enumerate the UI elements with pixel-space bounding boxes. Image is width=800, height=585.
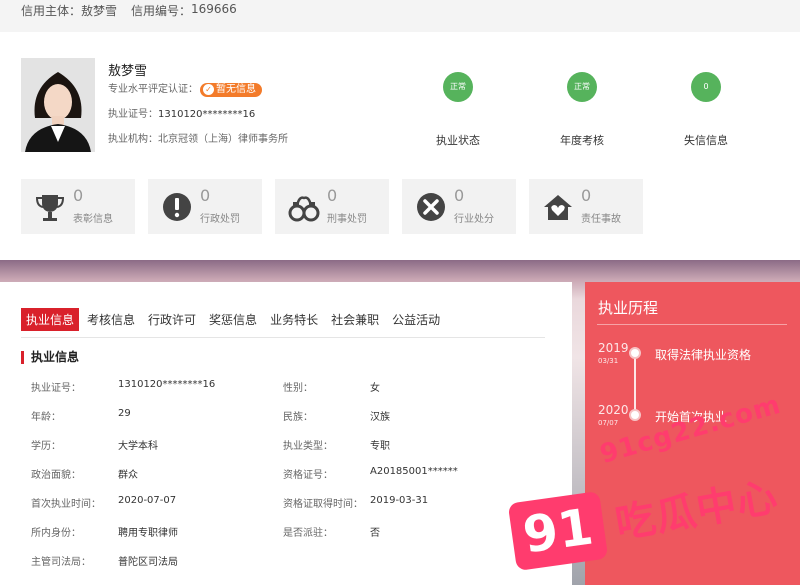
credit-code-value: 169666 bbox=[191, 2, 237, 16]
license-line: 执业证号：1310120********16 bbox=[108, 105, 255, 120]
dishonesty-indicator: 0 bbox=[691, 72, 721, 102]
credit-code-label: 信用编号： bbox=[131, 4, 192, 18]
trophy-icon bbox=[35, 195, 65, 221]
tab-reward-punishment[interactable]: 奖惩信息 bbox=[204, 308, 262, 331]
info-key: 资格证号： bbox=[283, 470, 333, 481]
license-value: 1310120********16 bbox=[158, 109, 256, 120]
house-heart-icon bbox=[544, 195, 572, 220]
firm-label: 执业机构： bbox=[108, 134, 158, 145]
info-value: 29 bbox=[118, 408, 131, 419]
info-key: 执业类型： bbox=[283, 441, 333, 452]
info-value: 女 bbox=[370, 383, 380, 394]
timeline-dot-2 bbox=[629, 409, 641, 421]
handcuffs-icon bbox=[288, 196, 320, 222]
evaluation-line: 专业水平评定认证： ✓ 暂无信息 bbox=[108, 80, 262, 97]
tile-commendation-label: 表彰信息 bbox=[73, 214, 113, 225]
tab-practice-info[interactable]: 执业信息 bbox=[21, 308, 80, 331]
info-value: A20185001****** bbox=[370, 466, 458, 477]
info-value: 聘用专职律师 bbox=[118, 528, 178, 539]
info-key: 主管司法局： bbox=[31, 557, 91, 568]
info-value: 汉族 bbox=[370, 412, 390, 423]
timeline-dot-1 bbox=[629, 347, 641, 359]
tile-admin-penalty[interactable]: 0 行政处罚 bbox=[148, 179, 262, 234]
watermark-logo: 91 bbox=[507, 490, 609, 572]
tab-expertise[interactable]: 业务特长 bbox=[265, 308, 323, 331]
tile-admin-penalty-count: 0 bbox=[200, 186, 211, 205]
tile-industry-sanction[interactable]: 0 行业处分 bbox=[402, 179, 516, 234]
info-value: 专职 bbox=[370, 441, 390, 452]
info-value: 2019-03-31 bbox=[370, 495, 429, 506]
info-value: 否 bbox=[370, 528, 380, 539]
tile-criminal-penalty[interactable]: 0 刑事处罚 bbox=[275, 179, 389, 234]
info-value: 群众 bbox=[118, 470, 138, 481]
info-key: 资格证取得时间： bbox=[283, 499, 363, 510]
annual-review-indicator: 正常 bbox=[567, 72, 597, 102]
tab-admin-license[interactable]: 行政许可 bbox=[143, 308, 201, 331]
license-label: 执业证号： bbox=[108, 109, 158, 120]
tile-criminal-penalty-count: 0 bbox=[327, 186, 338, 205]
detail-tabs: 执业信息 考核信息 行政许可 奖惩信息 业务特长 社会兼职 公益活动 bbox=[21, 308, 448, 331]
credit-header-bar: 信用主体： 敖梦雪 信用编号： 169666 bbox=[0, 0, 800, 32]
exclamation-icon bbox=[163, 193, 191, 221]
annual-review-label: 年度考核 bbox=[560, 134, 604, 147]
section-title: 执业信息 bbox=[21, 351, 79, 364]
info-key: 是否派驻： bbox=[283, 528, 333, 539]
event-1-text: 取得法律执业资格 bbox=[655, 348, 752, 362]
dishonesty-label: 失信信息 bbox=[684, 134, 728, 147]
info-value: 1310120********16 bbox=[118, 379, 216, 390]
info-value: 普陀区司法局 bbox=[118, 557, 178, 568]
tile-industry-sanction-count: 0 bbox=[454, 186, 465, 205]
tile-liability-accident-count: 0 bbox=[581, 186, 592, 205]
annual-review-status: 正常 年度考核 bbox=[532, 72, 632, 148]
event-2-year: 2020 bbox=[598, 403, 629, 417]
detail-panel: 执业信息 考核信息 行政许可 奖惩信息 业务特长 社会兼职 公益活动 执业信息 … bbox=[0, 282, 572, 585]
evaluation-badge: ✓ 暂无信息 bbox=[200, 83, 262, 97]
info-key: 学历： bbox=[31, 441, 61, 452]
tile-liability-accident-label: 责任事故 bbox=[581, 214, 621, 225]
event-1-year: 2019 bbox=[598, 341, 629, 355]
event-1-date: 03/31 bbox=[598, 357, 619, 365]
info-check-icon: ✓ bbox=[203, 84, 214, 95]
info-key: 首次执业时间： bbox=[31, 499, 101, 510]
history-title: 执业历程 bbox=[598, 299, 659, 317]
tile-admin-penalty-label: 行政处罚 bbox=[200, 214, 240, 225]
tab-social-roles[interactable]: 社会兼职 bbox=[326, 308, 384, 331]
tile-commendation-count: 0 bbox=[73, 186, 84, 205]
practice-status: 正常 执业状态 bbox=[408, 72, 508, 148]
tab-assessment-info[interactable]: 考核信息 bbox=[82, 308, 140, 331]
tile-liability-accident[interactable]: 0 责任事故 bbox=[529, 179, 643, 234]
x-circle-icon bbox=[417, 193, 445, 221]
evaluation-label: 专业水平评定认证： bbox=[108, 84, 198, 95]
tile-commendation[interactable]: 0 表彰信息 bbox=[21, 179, 135, 234]
profile-card: 敖梦雪 专业水平评定认证： ✓ 暂无信息 执业证号：1310120********1… bbox=[0, 32, 800, 260]
firm-value: 北京冠领（上海）律师事务所 bbox=[158, 134, 288, 145]
practice-status-indicator: 正常 bbox=[443, 72, 473, 102]
info-key: 执业证号： bbox=[31, 383, 81, 394]
dishonesty-status: 0 失信信息 bbox=[656, 72, 756, 148]
credit-subject-label: 信用主体： bbox=[21, 4, 82, 18]
event-2-date: 07/07 bbox=[598, 419, 619, 427]
info-key: 所内身份： bbox=[31, 528, 81, 539]
info-key: 民族： bbox=[283, 412, 313, 423]
info-key: 政治面貌： bbox=[31, 470, 81, 481]
tile-industry-sanction-label: 行业处分 bbox=[454, 214, 494, 225]
credit-subject-value: 敖梦雪 bbox=[81, 4, 118, 18]
tile-criminal-penalty-label: 刑事处罚 bbox=[327, 214, 367, 225]
history-divider bbox=[597, 324, 787, 325]
info-value: 2020-07-07 bbox=[118, 495, 177, 506]
info-key: 年龄： bbox=[31, 412, 61, 423]
firm-line: 执业机构：北京冠领（上海）律师事务所 bbox=[108, 130, 288, 145]
info-value: 大学本科 bbox=[118, 441, 158, 452]
tab-divider bbox=[21, 337, 545, 338]
info-key: 性别： bbox=[283, 383, 313, 394]
lawyer-photo bbox=[21, 58, 95, 152]
lawyer-name: 敖梦雪 bbox=[108, 64, 148, 79]
practice-status-label: 执业状态 bbox=[436, 134, 480, 147]
evaluation-badge-text: 暂无信息 bbox=[216, 84, 256, 95]
tab-public-welfare[interactable]: 公益活动 bbox=[387, 308, 445, 331]
